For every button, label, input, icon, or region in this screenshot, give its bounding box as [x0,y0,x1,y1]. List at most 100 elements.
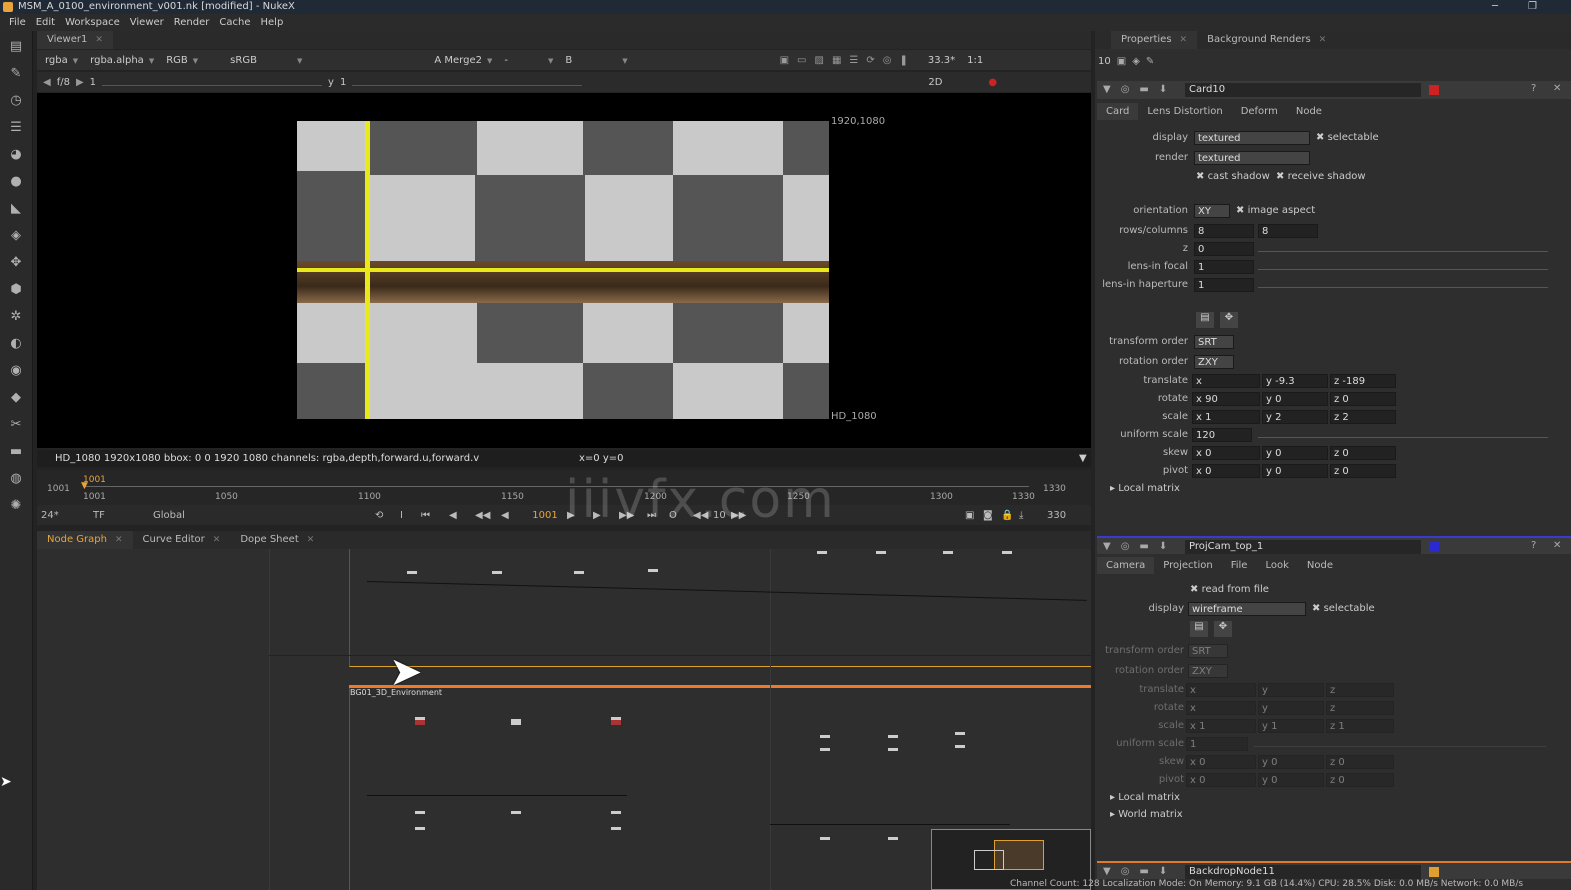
time-tools-icon[interactable]: ◷ [7,93,25,109]
close-icon[interactable]: ✕ [1553,83,1561,94]
node-color-swatch[interactable] [1429,85,1439,95]
timeline-track[interactable] [83,486,1029,490]
folder-icon[interactable]: ▤ [1196,312,1214,328]
skew-y-field[interactable]: y 0 [1262,446,1328,460]
close-icon[interactable]: ✕ [115,535,123,545]
menu-viewer[interactable]: Viewer [125,14,169,31]
tab-node[interactable]: Node [1287,103,1331,120]
global-dropdown[interactable]: Global [153,510,185,521]
timeline-end[interactable]: 1330 [1043,484,1066,494]
flipbook-icon[interactable]: ▣ [965,510,974,521]
lens-haperture-field[interactable]: 1 [1194,278,1254,292]
read-from-file-checkbox[interactable]: ✖ read from file [1190,584,1269,595]
cast-shadow-checkbox[interactable]: ✖ cast shadow [1196,171,1270,182]
menu-file[interactable]: File [4,14,31,31]
color-tools-icon[interactable]: ◕ [7,147,25,163]
record-icon[interactable]: ● [988,77,997,88]
tf-dropdown[interactable]: TF [93,510,105,521]
close-icon[interactable]: ✕ [95,35,103,45]
gain-field[interactable]: 1 [90,77,96,88]
translate-z-field[interactable]: z -189 [1330,374,1396,388]
tab-viewer1[interactable]: Viewer1 ✕ [37,31,113,49]
transform-tools-icon[interactable]: ✥ [7,255,25,271]
viewer-viewport[interactable]: 1920,1080 HD_1080 [37,93,1091,448]
keyer-tools-icon[interactable]: ◣ [7,201,25,217]
merge-tools-icon[interactable]: ◈ [7,228,25,244]
folder-icon[interactable]: ▤ [1190,621,1208,637]
pivot-x-field[interactable]: x 0 [1192,464,1260,478]
node-header-icons[interactable]: ▼◎▬⬇ [1103,84,1177,95]
ratio-value[interactable]: 1:1 [963,55,987,66]
backdrop-upper[interactable] [349,549,1091,667]
3d-tools-icon[interactable]: ⬢ [7,282,25,298]
help-icon[interactable]: ? [1531,83,1536,94]
views-icon[interactable]: ◉ [7,363,25,379]
toolsets-icon[interactable]: ✂ [7,417,25,433]
card-name-field[interactable]: Card10 [1185,83,1421,97]
tab-dope-sheet[interactable]: Dope Sheet ✕ [230,531,324,549]
orientation-dropdown[interactable]: XY [1194,204,1230,218]
in-point-icon[interactable]: I [400,510,403,521]
uniform-scale-field[interactable]: 120 [1192,428,1252,442]
scale-y-field[interactable]: y 2 [1262,410,1328,424]
deep-tools-icon[interactable]: ◐ [7,336,25,352]
scale-x-field[interactable]: x 1 [1192,410,1260,424]
z-field[interactable]: 0 [1194,242,1254,256]
step-back-icon[interactable]: ◀◀ [475,510,490,521]
composite-mode-dropdown[interactable]: - ▼ [500,55,557,66]
transform-order-dropdown[interactable]: SRT [1194,335,1234,349]
gamma-slider[interactable] [352,78,583,86]
node-header-icons[interactable]: ▼◎▬⬇ [1103,866,1177,877]
menu-cache[interactable]: Cache [214,14,255,31]
rotate-y-field[interactable]: y 0 [1262,392,1328,406]
export-icon[interactable]: ⤓ [1019,510,1023,521]
mode-dropdown[interactable]: 2D [928,77,942,88]
tab-background-renders[interactable]: Background Renders ✕ [1197,31,1336,49]
minimize-icon[interactable]: ─ [1492,0,1498,13]
scale-z-field[interactable]: z 2 [1330,410,1396,424]
furnace-icon[interactable]: ◍ [7,471,25,487]
axis-icon[interactable]: ✥ [1220,312,1238,328]
world-matrix-toggle[interactable]: ▸ World matrix [1110,809,1183,820]
node-color-swatch[interactable] [1429,542,1439,552]
node-header-icons[interactable]: ▼◎▬⬇ [1103,541,1177,552]
close-icon[interactable]: ✕ [1319,35,1327,45]
translate-x-field[interactable]: x -158.399993 [1192,374,1260,388]
timeline[interactable]: 1001 1001 ▼ 1001 1050 1100 1150 1200 125… [37,470,1091,505]
tab-node-graph[interactable]: Node Graph ✕ [37,531,133,549]
close-icon[interactable]: ✕ [1180,35,1188,45]
fstop-right-icon[interactable]: ▶ [76,77,84,88]
tab-projection[interactable]: Projection [1154,557,1221,574]
lut-dropdown[interactable]: sRGB ▼ [226,55,306,66]
input-a-dropdown[interactable]: A Merge2 ▼ [430,55,496,66]
menu-edit[interactable]: Edit [31,14,60,31]
fstop-value[interactable]: f/8 [57,77,70,88]
end-frame-field[interactable]: 330 [1047,510,1066,521]
display-dropdown[interactable]: textured [1194,131,1310,145]
display-channel-dropdown[interactable]: RGB ▼ [162,55,202,66]
menu-workspace[interactable]: Workspace [60,14,125,31]
zoom-value[interactable]: 33.3* [924,55,959,66]
lens-haperture-slider[interactable] [1258,280,1548,288]
maximize-icon[interactable]: ❐ [1528,0,1537,13]
channels-dropdown[interactable]: rgba ▼ [41,55,82,66]
pivot-y-field[interactable]: y 0 [1262,464,1328,478]
plugins-icon[interactable]: ✺ [7,498,25,514]
card-node-header[interactable]: ▼◎▬⬇ Card10 ? ✕ [1097,81,1571,99]
node-graph-canvas[interactable]: BG01_3D_Environment ➤ [37,549,1091,890]
fstop-left-icon[interactable]: ◀ [43,77,51,88]
selectable-checkbox[interactable]: ✖ selectable [1312,603,1375,614]
menu-help[interactable]: Help [256,14,289,31]
loop-icon[interactable]: ⟲ [375,510,383,521]
tab-node[interactable]: Node [1298,557,1342,574]
play-back-icon[interactable]: ◀ [501,510,509,521]
z-slider[interactable] [1258,244,1548,252]
selectable-checkbox[interactable]: ✖ selectable [1316,132,1379,143]
tab-card[interactable]: Card [1097,103,1139,120]
local-matrix-toggle[interactable]: ▸ Local matrix [1110,792,1180,803]
image-tools-icon[interactable]: ▤ [7,39,25,55]
cache-icon[interactable]: ◙ [983,510,993,521]
rotate-x-field[interactable]: x 90 [1192,392,1260,406]
first-frame-icon[interactable]: ⏮ [421,510,430,521]
translate-y-field[interactable]: y -9.3 [1262,374,1328,388]
